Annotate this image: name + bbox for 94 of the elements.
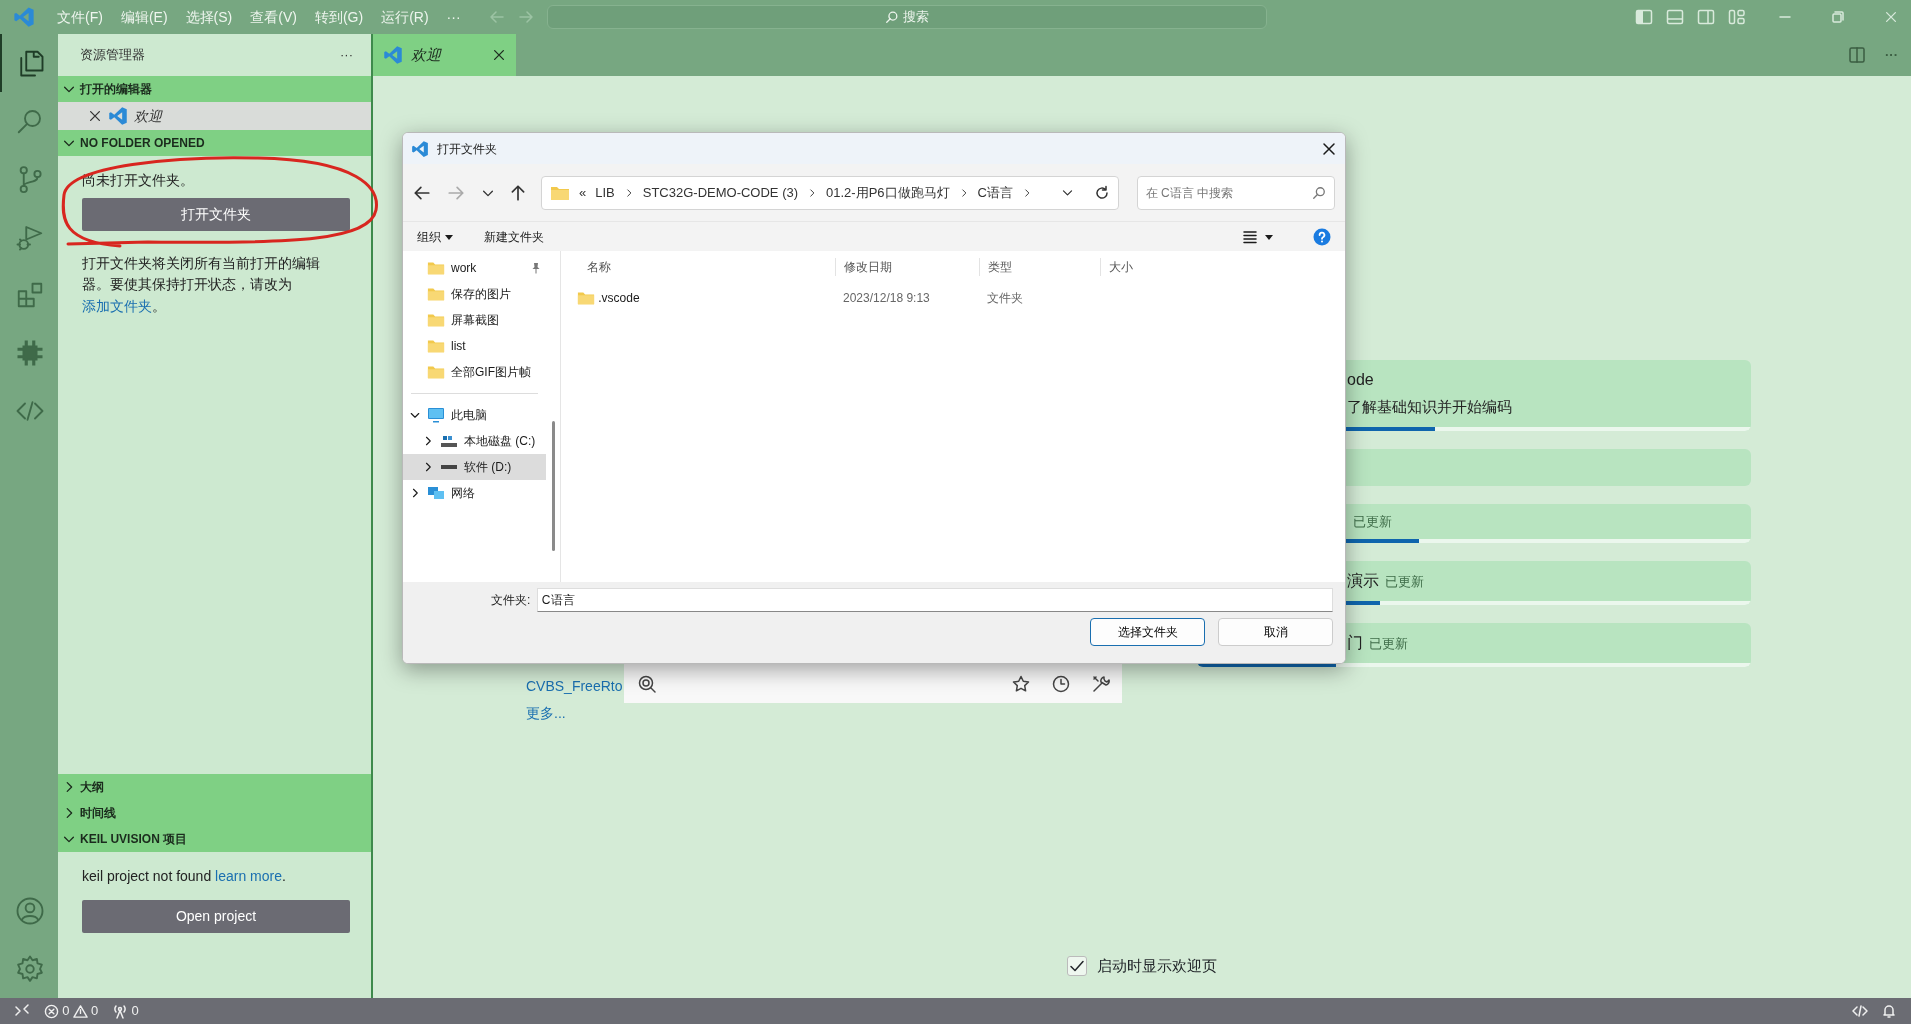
field-label: 文件夹: xyxy=(491,592,531,609)
recent-link[interactable]: 更多... xyxy=(526,703,566,724)
star-icon[interactable] xyxy=(1012,674,1030,693)
add-folder-link[interactable]: 添加文件夹 xyxy=(82,297,152,314)
nav-item[interactable]: work xyxy=(403,255,546,281)
card-title: 演示 xyxy=(1347,571,1379,591)
nav-item[interactable]: 屏幕截图 xyxy=(403,307,546,333)
split-editor-icon[interactable] xyxy=(1847,46,1866,64)
section-header[interactable]: 时间线 xyxy=(58,800,371,826)
chevron-right-icon[interactable] xyxy=(1022,187,1032,198)
more-actions-button[interactable]: ··· xyxy=(340,45,353,65)
section-header[interactable]: NO FOLDER OPENED xyxy=(58,130,371,156)
drive-icon xyxy=(440,464,458,470)
ports-indicator[interactable]: 0 xyxy=(112,1001,139,1021)
tree-item[interactable]: 此电脑 xyxy=(403,402,546,428)
tools-icon[interactable] xyxy=(1092,674,1110,693)
updated-label: 已更新 xyxy=(1369,635,1408,653)
dialog-title: 打开文件夹 xyxy=(437,140,497,158)
search-icon xyxy=(1312,185,1326,200)
updated-label: 已更新 xyxy=(1353,512,1392,531)
card-title: 门 xyxy=(1347,633,1363,653)
cancel-button[interactable]: 取消 xyxy=(1218,618,1333,646)
table-cell-text: 2023/12/18 9:13 xyxy=(842,290,931,307)
computer-icon xyxy=(427,406,445,424)
extensions-icon[interactable] xyxy=(15,280,45,310)
breadcrumb-item[interactable]: STC32G-DEMO-CODE (3) xyxy=(642,182,799,203)
nav-item[interactable]: 保存的图片 xyxy=(403,281,546,307)
editor-tab[interactable]: 欢迎 xyxy=(373,34,516,76)
vscode-logo-icon xyxy=(411,139,429,158)
refresh-icon[interactable] xyxy=(1093,184,1110,201)
warning-icon xyxy=(72,1003,88,1019)
close-icon[interactable] xyxy=(1321,140,1337,157)
problems-indicator[interactable]: 0 0 xyxy=(44,1001,99,1021)
info-paragraph: 打开文件夹将关闭所有当前打开的编辑器。要使其保持打开状态，请改为 添加文件夹。 xyxy=(82,253,321,316)
sidebar-title: 资源管理器 xyxy=(80,46,145,65)
vscode-logo-icon xyxy=(13,6,35,28)
search-icon xyxy=(885,10,900,24)
clock-icon[interactable] xyxy=(1052,674,1070,693)
breadcrumb-item[interactable]: 01.2-用P6口做跑马灯 xyxy=(826,182,950,203)
select-folder-button[interactable]: 选择文件夹 xyxy=(1090,618,1205,646)
network-icon xyxy=(427,484,445,502)
remote-icon[interactable] xyxy=(14,1003,30,1019)
open-editor-item[interactable]: 欢迎 xyxy=(58,102,371,130)
scrollbar-thumb[interactable] xyxy=(551,421,555,551)
nav-item[interactable]: 全部GIF图片帧 xyxy=(403,359,546,385)
overflow-button[interactable]: « xyxy=(579,182,587,203)
address-bar[interactable]: « LIB STC32G-DEMO-CODE (3) 01.2-用P6口做跑马灯 C语言 xyxy=(541,175,1119,210)
view-menu[interactable] xyxy=(1241,228,1274,245)
search-field[interactable]: 在 C语言 中搜索 xyxy=(1136,175,1335,210)
file-name-cell[interactable]: .vscode xyxy=(561,289,835,307)
bell-icon[interactable] xyxy=(1881,1003,1897,1019)
code-icon[interactable] xyxy=(1852,1003,1868,1019)
close-icon[interactable] xyxy=(492,48,506,62)
section-header[interactable]: KEIL UVISION 项目 xyxy=(58,826,371,852)
breadcrumb-item[interactable]: C语言 xyxy=(977,182,1013,203)
error-icon xyxy=(44,1003,59,1019)
column-header[interactable]: 名称 xyxy=(561,258,835,276)
column-header[interactable]: 修改日期 xyxy=(835,258,979,276)
tree-item[interactable]: 网络 xyxy=(403,480,546,506)
vscode-logo-icon xyxy=(383,45,403,65)
list-view-icon xyxy=(1241,228,1258,245)
recent-link[interactable]: CVBS_FreeRto xyxy=(526,676,623,697)
up-arrow-icon[interactable] xyxy=(509,183,527,202)
checkbox-label: 启动时显示欢迎页 xyxy=(1097,955,1217,976)
column-header[interactable]: 类型 xyxy=(979,258,1100,276)
learn-more-link[interactable]: learn more xyxy=(215,868,282,884)
folder-name-field[interactable]: C语言 xyxy=(536,588,1333,612)
organize-menu[interactable]: 组织 xyxy=(417,227,455,246)
chip-icon[interactable] xyxy=(15,338,45,368)
tree-item[interactable]: 本地磁盘 (C:) xyxy=(403,428,546,454)
breadcrumb-item[interactable]: LIB xyxy=(595,182,615,203)
settings-icon[interactable] xyxy=(15,954,45,984)
nav-item[interactable]: list xyxy=(403,333,546,359)
section-header[interactable]: 大纲 xyxy=(58,774,371,800)
column-header[interactable]: 大小 xyxy=(1100,258,1179,276)
panel-toggle-icon[interactable] xyxy=(1665,8,1684,26)
vscode-logo-icon xyxy=(108,106,128,126)
startup-checkbox[interactable] xyxy=(1067,956,1087,976)
card-description: 了解基础知识并开始编码 xyxy=(1347,397,1513,417)
card-title: ode xyxy=(1347,370,1374,390)
antenna-icon xyxy=(112,1003,129,1019)
check-icon xyxy=(1069,958,1085,974)
open-folder-button[interactable]: 打开文件夹 xyxy=(82,197,350,231)
new-folder-button[interactable]: 新建文件夹 xyxy=(484,227,545,246)
sidebar-toggle-icon[interactable] xyxy=(1634,8,1653,26)
close-icon[interactable] xyxy=(88,109,102,123)
tree-item[interactable]: 软件 (D:) xyxy=(403,454,546,480)
open-project-button[interactable]: Open project xyxy=(82,900,350,933)
table-cell-text: 文件夹 xyxy=(986,290,1024,307)
updated-label: 已更新 xyxy=(1385,573,1424,591)
keil-message: keil project not found learn more. xyxy=(82,867,287,886)
help-icon[interactable] xyxy=(1313,227,1331,246)
section-header[interactable]: 打开的编辑器 xyxy=(58,76,371,102)
account-icon[interactable] xyxy=(15,896,45,926)
